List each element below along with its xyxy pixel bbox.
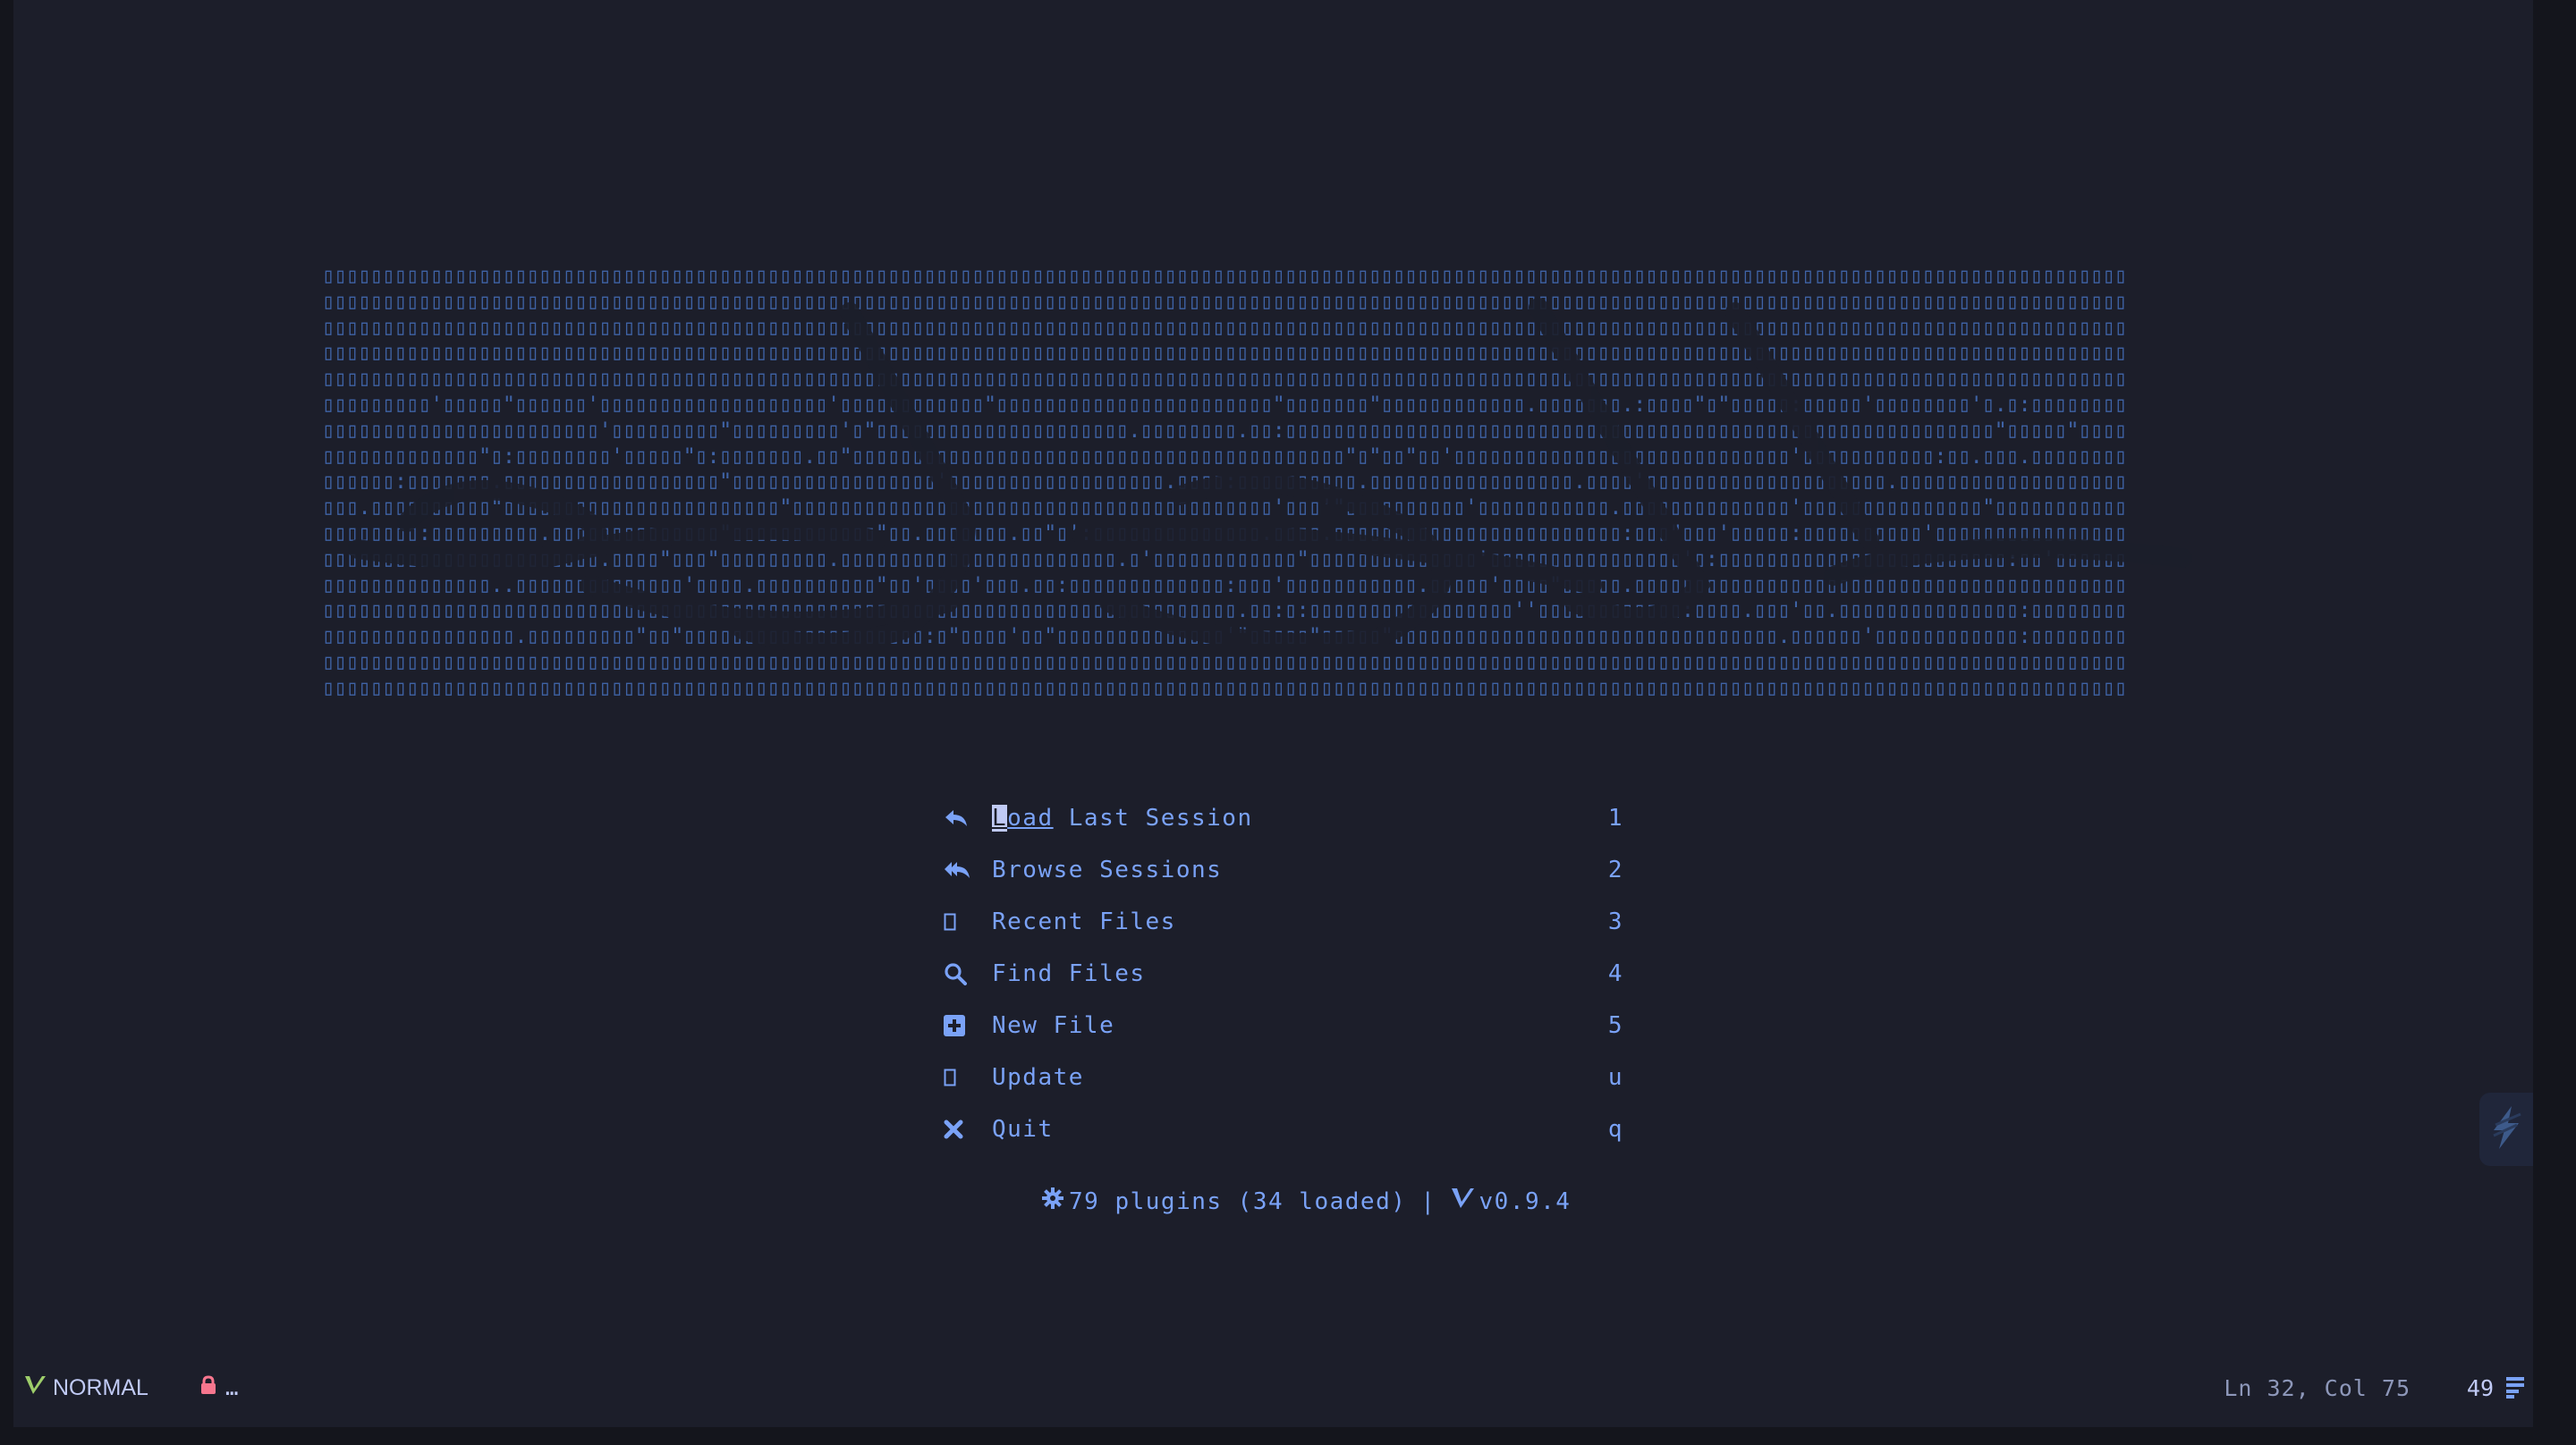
menu-item-label: Load Last Session — [992, 805, 1641, 832]
lock-icon — [200, 1375, 216, 1400]
menu-item-key: 5 — [1607, 1012, 1623, 1039]
update-button[interactable]: Update u — [944, 1052, 1641, 1103]
missing-glyph-icon — [944, 908, 981, 936]
close-icon — [944, 1115, 981, 1144]
plus-square-icon — [944, 1011, 981, 1040]
mode-label: NORMAL — [53, 1374, 148, 1400]
dashboard-menu: Load Last Session 1 Browse Sessions 2 Re… — [944, 792, 1641, 1155]
missing-glyph-icon — [944, 1063, 981, 1092]
menu-item-label: Find Files — [992, 960, 1146, 987]
menu-item-label: Recent Files — [992, 908, 1176, 935]
version-label: v0.9.4 — [1479, 1187, 1572, 1215]
search-icon — [944, 959, 981, 988]
ascii-art-banner: ▯▯▯▯▯▯▯▯▯▯▯▯▯▯▯▯▯▯▯▯▯▯▯▯▯▯▯▯▯▯▯▯▯▯▯▯▯▯▯▯… — [322, 263, 2236, 705]
neovim-logo-icon — [24, 1375, 47, 1401]
plugins-footer: 79 plugins (34 loaded) | v0.9.4 — [1042, 1187, 1571, 1215]
readonly-indicator: … — [200, 1375, 238, 1400]
menu-item-key: q — [1607, 1116, 1623, 1143]
neovim-logo-icon — [1451, 1187, 1474, 1215]
bolt-icon — [2490, 1105, 2522, 1153]
menu-item-key: 2 — [1607, 857, 1623, 883]
label-rest: Last Session — [1053, 805, 1253, 832]
text-cursor: L — [992, 805, 1008, 832]
floating-widget-button[interactable] — [2479, 1093, 2533, 1166]
statusline: NORMAL … Ln 32, Col 75 49 — [13, 1368, 2533, 1407]
menu-item-key: 4 — [1607, 960, 1623, 987]
recent-files-button[interactable]: Recent Files 3 — [944, 896, 1641, 948]
menu-item-label: New File — [992, 1012, 1115, 1039]
lines-icon — [2506, 1377, 2526, 1404]
plugins-count: 79 plugins (34 loaded) — [1069, 1187, 1407, 1215]
reply-arrow-icon — [944, 804, 981, 832]
menu-item-label: Update — [992, 1064, 1084, 1091]
mode-indicator: NORMAL — [24, 1375, 148, 1401]
editor-window: ▯▯▯▯▯▯▯▯▯▯▯▯▯▯▯▯▯▯▯▯▯▯▯▯▯▯▯▯▯▯▯▯▯▯▯▯▯▯▯▯… — [13, 0, 2533, 1427]
menu-item-key: 1 — [1607, 805, 1623, 832]
label-shortcut-part: oad — [1007, 805, 1054, 832]
reply-all-arrow-icon — [944, 856, 981, 884]
footer-separator: | — [1420, 1187, 1436, 1215]
quit-button[interactable]: Quit q — [944, 1103, 1641, 1155]
load-last-session-button[interactable]: Load Last Session 1 — [944, 792, 1641, 844]
banner-logo-shape — [348, 298, 2192, 653]
scroll-percent: 49 — [2466, 1374, 2494, 1401]
gear-icon — [1042, 1187, 1063, 1215]
readonly-text: … — [225, 1375, 239, 1400]
cursor-position: Ln 32, Col 75 — [2224, 1374, 2411, 1401]
menu-item-label: Browse Sessions — [992, 857, 1223, 883]
find-files-button[interactable]: Find Files 4 — [944, 948, 1641, 1000]
menu-item-label: Quit — [992, 1116, 1054, 1143]
menu-item-key: u — [1607, 1064, 1623, 1091]
new-file-button[interactable]: New File 5 — [944, 1000, 1641, 1052]
browse-sessions-button[interactable]: Browse Sessions 2 — [944, 844, 1641, 896]
menu-item-key: 3 — [1607, 908, 1623, 935]
